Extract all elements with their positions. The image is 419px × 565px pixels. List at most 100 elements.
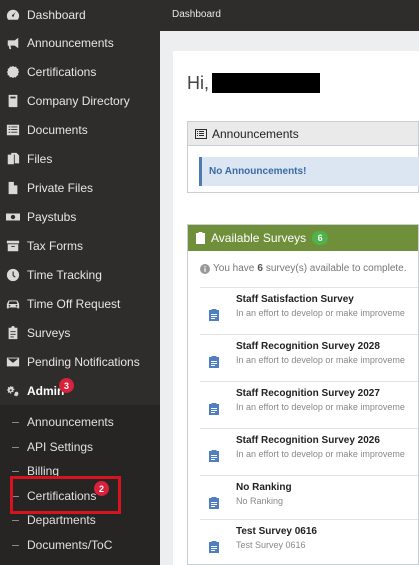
sidebar-item-label: Time Off Request <box>27 296 121 311</box>
surveys-info-count: 6 <box>257 263 263 274</box>
car-icon <box>5 296 21 312</box>
submenu-dash <box>12 421 19 423</box>
submenu-dash <box>12 470 19 472</box>
greeting: Hi, <box>187 73 209 93</box>
submenu-item-label: Departments <box>27 513 96 527</box>
sidebar-item-label: Private Files <box>27 180 94 195</box>
clipboard-icon <box>209 495 219 509</box>
surveys-panel: Available Surveys 6 You have 6 survey(s)… <box>187 224 419 565</box>
redacted-name <box>212 73 320 93</box>
dashboard-icon <box>5 7 21 23</box>
clipboard-icon <box>209 354 219 368</box>
clipboard-icon <box>209 448 219 462</box>
survey-item[interactable]: Staff Recognition Survey 2026 In an effo… <box>200 428 418 475</box>
envelope-icon <box>5 354 21 370</box>
sidebar-item-certifications[interactable]: Certifications <box>0 57 160 86</box>
sidebar-item-label: Tax Forms <box>27 238 84 253</box>
surveys-count-badge: 6 <box>312 231 329 245</box>
file-icon <box>5 180 21 196</box>
list-icon <box>5 122 21 138</box>
submenu-item-documents-toc[interactable]: Documents/ToC <box>0 533 160 557</box>
survey-desc: In an effort to develop or make improvem… <box>236 308 405 318</box>
admin-badge: 3 <box>59 378 74 393</box>
survey-name: Staff Recognition Survey 2026 <box>236 435 380 446</box>
announcements-panel: Announcements No Announcements! <box>187 121 419 193</box>
announcements-empty-text: No Announcements! <box>209 166 307 177</box>
sidebar-item-label: Paystubs <box>27 209 77 224</box>
submenu-item-label: Documents/ToC <box>27 538 113 552</box>
submenu-dash <box>12 446 19 448</box>
sidebar-item-label: Dashboard <box>27 7 86 22</box>
submenu-dash <box>12 519 19 521</box>
sidebar-item-announcements[interactable]: Announcements <box>0 28 160 57</box>
surveys-title: Available Surveys <box>211 231 307 245</box>
sidebar-item-tax-forms[interactable]: Tax Forms <box>0 231 160 260</box>
surveys-info-prefix: You have <box>213 263 255 274</box>
clipboard-icon <box>209 539 219 553</box>
survey-desc: In an effort to develop or make improvem… <box>236 402 405 412</box>
announcements-empty-alert: No Announcements! <box>199 157 419 186</box>
sidebar-item-label: Announcements <box>27 35 114 50</box>
info-circle-icon <box>200 263 210 274</box>
sidebar-item-documents[interactable]: Documents <box>0 115 160 144</box>
sidebar-item-paystubs[interactable]: Paystubs <box>0 202 160 231</box>
content-panel: Hi, Announcements No Announcements! Avai… <box>173 51 419 565</box>
sidebar-item-time-off-request[interactable]: Time Off Request <box>0 289 160 318</box>
sidebar-item-surveys[interactable]: Surveys <box>0 318 160 347</box>
sidebar-item-label: Company Directory <box>27 93 130 108</box>
survey-name: Staff Satisfaction Survey <box>236 294 354 305</box>
book-icon <box>5 93 21 109</box>
certificate-icon <box>5 64 21 80</box>
sidebar-item-label: Documents <box>27 122 88 137</box>
list-alt-icon <box>195 128 207 140</box>
clock-icon <box>5 267 21 283</box>
submenu-dash <box>12 544 19 546</box>
archive-icon <box>5 238 21 254</box>
surveys-info: You have 6 survey(s) available to comple… <box>200 263 407 274</box>
clipboard-icon <box>209 307 219 321</box>
survey-item[interactable]: Staff Recognition Survey 2027 In an effo… <box>200 381 418 428</box>
sidebar-item-company-directory[interactable]: Company Directory <box>0 86 160 115</box>
sidebar: Dashboard Announcements Certifications C… <box>0 0 160 565</box>
clipboard-icon <box>5 325 21 341</box>
survey-item[interactable]: Staff Recognition Survey 2028 In an effo… <box>200 334 418 381</box>
submenu-item-label: Announcements <box>27 415 114 429</box>
submenu-item-announcements[interactable]: Announcements <box>0 410 160 434</box>
submenu-item-api-settings[interactable]: API Settings <box>0 435 160 459</box>
survey-desc: In an effort to develop or make improvem… <box>236 449 405 459</box>
files-icon <box>5 151 21 167</box>
cogs-icon <box>5 383 21 399</box>
survey-name: Staff Recognition Survey 2027 <box>236 388 380 399</box>
announcements-title: Announcements <box>212 126 299 141</box>
clipboard-icon <box>195 231 207 244</box>
main-area: Dashboard Hi, Announcements No Announcem… <box>160 0 419 565</box>
surveys-header: Available Surveys 6 <box>188 225 418 251</box>
survey-name: Test Survey 0616 <box>236 526 317 537</box>
survey-desc: In an effort to develop or make improvem… <box>236 355 405 365</box>
survey-item[interactable]: Staff Satisfaction Survey In an effort t… <box>200 287 418 334</box>
sidebar-item-files[interactable]: Files <box>0 144 160 173</box>
submenu-item-label: API Settings <box>27 440 94 454</box>
sidebar-item-label: Pending Notifications <box>27 354 140 369</box>
survey-item[interactable]: No Ranking No Ranking <box>200 475 418 522</box>
announcements-header: Announcements <box>188 122 418 146</box>
sidebar-item-time-tracking[interactable]: Time Tracking <box>0 260 160 289</box>
survey-desc: No Ranking <box>236 496 284 506</box>
sidebar-item-private-files[interactable]: Private Files <box>0 173 160 202</box>
survey-name: Staff Recognition Survey 2028 <box>236 341 380 352</box>
sidebar-item-label: Certifications <box>27 64 97 79</box>
survey-name: No Ranking <box>236 482 292 493</box>
surveys-info-suffix: survey(s) available to complete. <box>265 263 407 274</box>
sidebar-item-label: Surveys <box>27 325 71 340</box>
sidebar-item-label: Time Tracking <box>27 267 102 282</box>
page-title: Dashboard <box>172 9 221 20</box>
highlight-outline <box>10 476 121 514</box>
sidebar-item-admin[interactable]: Admin 3 <box>0 376 160 405</box>
sidebar-item-pending-notifications[interactable]: Pending Notifications <box>0 347 160 376</box>
clipboard-icon <box>209 401 219 415</box>
survey-item[interactable]: Test Survey 0616 Test Survey 0616 <box>200 519 418 564</box>
money-icon <box>5 209 21 225</box>
topbar: Dashboard <box>160 0 419 31</box>
sidebar-item-dashboard[interactable]: Dashboard <box>0 0 160 29</box>
bullhorn-icon <box>5 35 21 51</box>
